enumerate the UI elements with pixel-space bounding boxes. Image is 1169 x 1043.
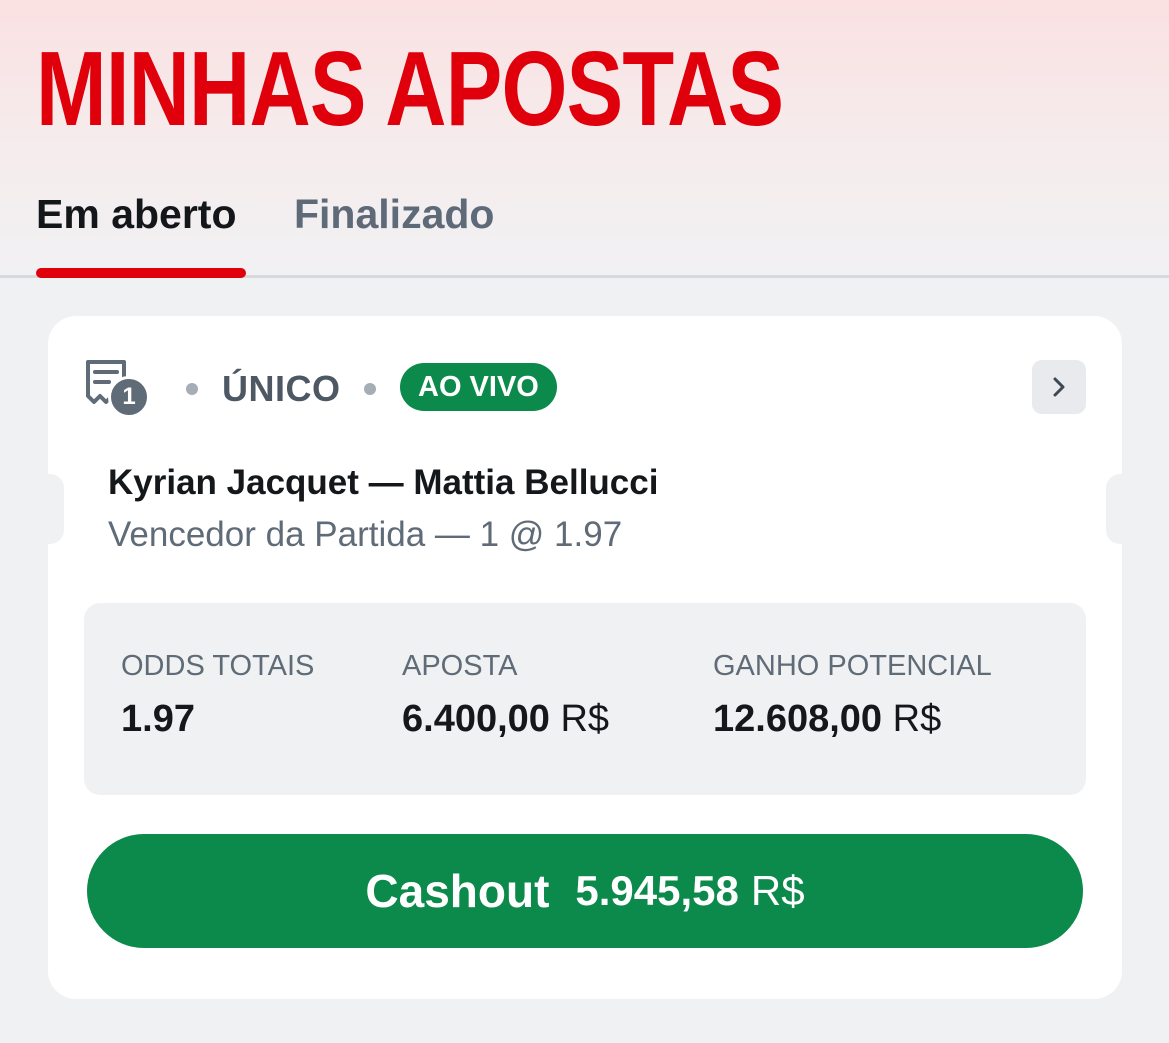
stake-currency: R$ — [560, 698, 610, 740]
page-title: MINHAS APOSTAS — [36, 30, 784, 148]
ticket-notch-right — [1106, 474, 1122, 544]
ticket-notch-left — [48, 474, 64, 544]
tab-open[interactable]: Em aberto — [36, 190, 237, 238]
bet-summary: ODDS TOTAIS 1.97 APOSTA 6.400,00 R$ GANH… — [84, 603, 1086, 795]
selection-count-badge: 1 — [108, 376, 150, 418]
stake-value-row: 6.400,00 R$ — [402, 697, 609, 741]
total-odds: ODDS TOTAIS 1.97 — [121, 649, 314, 741]
bet-details-button[interactable] — [1032, 360, 1086, 414]
live-badge: AO VIVO — [400, 363, 557, 411]
app-header: MINHAS APOSTAS Em aberto Finalizado — [0, 0, 1169, 278]
market-selection: Vencedor da Partida — 1 @ 1.97 — [108, 515, 623, 554]
chevron-right-icon — [1053, 377, 1065, 397]
stake: APOSTA 6.400,00 R$ — [402, 649, 609, 741]
total-odds-label: ODDS TOTAIS — [121, 650, 315, 682]
cashout-label: Cashout — [365, 865, 550, 917]
potential-win: GANHO POTENCIAL 12.608,00 R$ — [713, 649, 992, 741]
separator-dot — [186, 383, 198, 395]
stake-value: 6.400,00 — [402, 698, 550, 740]
cashout-amount: 5.945,58 — [575, 867, 739, 914]
potential-win-value: 12.608,00 — [713, 698, 883, 740]
stake-label: APOSTA — [402, 650, 518, 682]
potential-win-value-row: 12.608,00 R$ — [713, 697, 992, 741]
tab-finished[interactable]: Finalizado — [294, 190, 494, 238]
cashout-currency: R$ — [750, 867, 805, 914]
bet-card[interactable]: 1 ÚNICO AO VIVO Kyrian Jacquet — Mattia … — [48, 316, 1122, 999]
cashout-button[interactable]: Cashout 5.945,58 R$ — [87, 834, 1083, 948]
total-odds-value: 1.97 — [121, 698, 195, 740]
potential-win-label: GANHO POTENCIAL — [713, 650, 992, 682]
match-title: Kyrian Jacquet — Mattia Bellucci — [108, 463, 659, 502]
separator-dot — [364, 383, 376, 395]
potential-win-currency: R$ — [892, 698, 942, 740]
active-tab-indicator — [36, 268, 246, 278]
bet-type-label: ÚNICO — [222, 368, 341, 409]
